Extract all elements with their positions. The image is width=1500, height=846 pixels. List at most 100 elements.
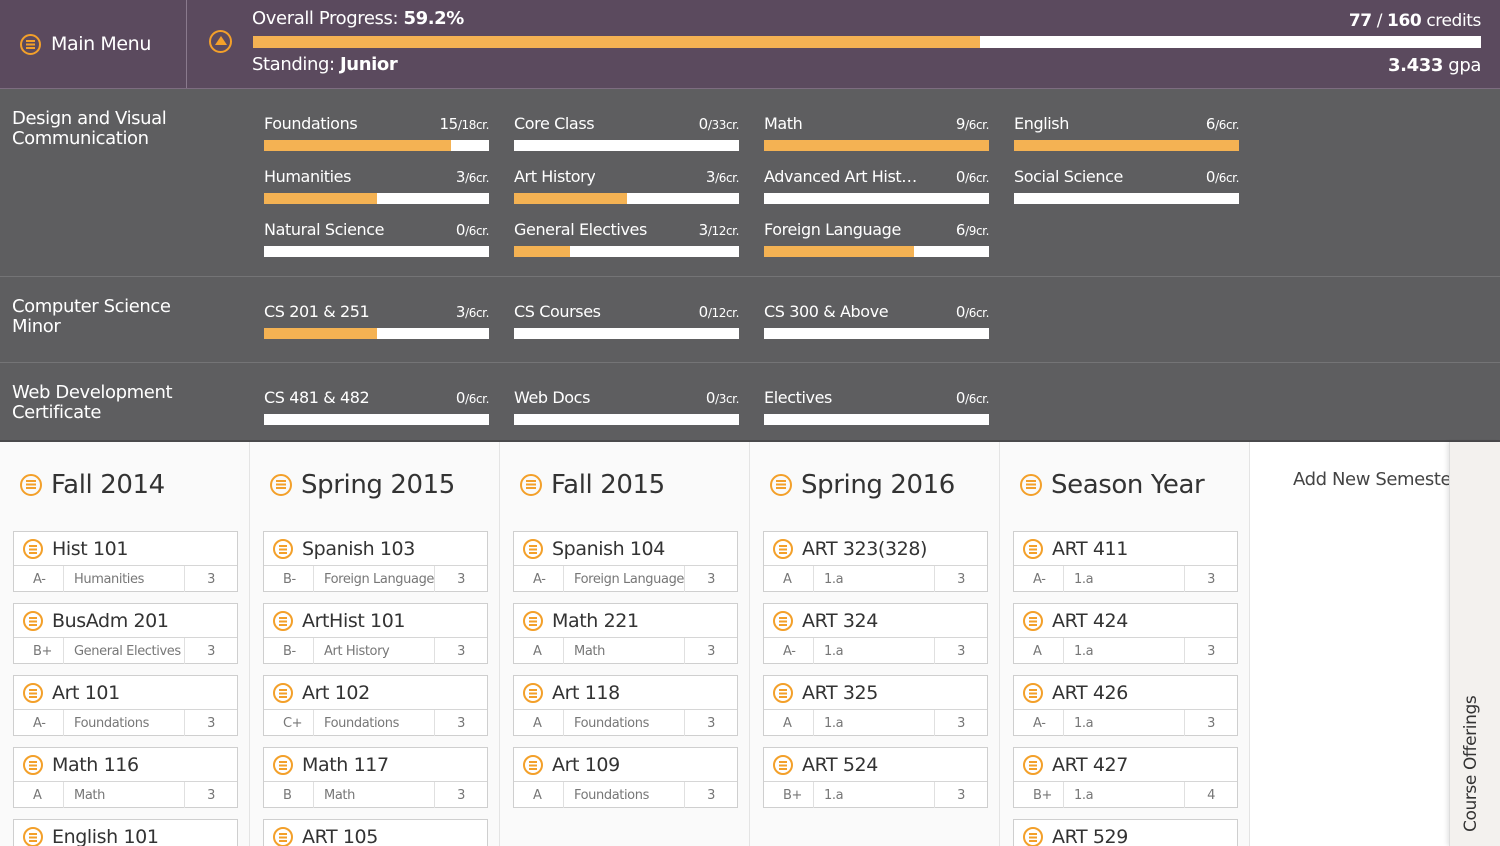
requirement-item[interactable]: English 6/6cr. [1014,114,1239,154]
course-menu-icon[interactable] [773,610,793,631]
semester-title[interactable]: Spring 2015 [270,470,455,500]
course-card[interactable]: Spanish 103 B- Foreign Language 3 [263,531,488,592]
course-menu-icon[interactable] [1023,682,1043,703]
course-card[interactable]: ART 324 A- 1.a 3 [763,603,988,664]
course-header[interactable]: ART 529 [1014,820,1237,846]
course-header[interactable]: ART 325 [764,676,987,710]
requirement-item[interactable]: CS 481 & 482 0/6cr. [264,388,489,428]
semester-menu-icon[interactable] [20,474,42,496]
semester-title[interactable]: Fall 2015 [520,470,665,500]
semester-title[interactable]: Fall 2014 [20,470,165,500]
course-card[interactable]: Math 116 A Math 3 [13,747,238,808]
course-header[interactable]: ART 324 [764,604,987,638]
semester-menu-icon[interactable] [770,474,792,496]
requirement-item[interactable]: Art History 3/6cr. [514,167,739,207]
course-menu-icon[interactable] [273,682,293,703]
course-header[interactable]: Art 102 [264,676,487,710]
course-menu-icon[interactable] [23,754,43,775]
requirement-item[interactable]: CS 300 & Above 0/6cr. [764,302,989,342]
requirement-item[interactable]: General Electives 3/12cr. [514,220,739,260]
course-card[interactable]: English 101 [13,819,238,846]
requirement-item[interactable]: CS Courses 0/12cr. [514,302,739,342]
course-card[interactable]: ART 426 A- 1.a 3 [1013,675,1238,736]
course-header[interactable]: Math 221 [514,604,737,638]
collapse-up-icon[interactable] [209,30,232,53]
course-header[interactable]: ART 323(328) [764,532,987,566]
course-menu-icon[interactable] [273,610,293,631]
semester-menu-icon[interactable] [270,474,292,496]
course-card[interactable]: BusAdm 201 B+ General Electives 3 [13,603,238,664]
course-card[interactable]: ArtHist 101 B- Art History 3 [263,603,488,664]
course-header[interactable]: ART 524 [764,748,987,782]
course-header[interactable]: Art 109 [514,748,737,782]
course-card[interactable]: ART 323(328) A 1.a 3 [763,531,988,592]
requirement-item[interactable]: Foreign Language 6/9cr. [764,220,989,260]
semester-menu-icon[interactable] [520,474,542,496]
course-menu-icon[interactable] [523,538,543,559]
course-card[interactable]: ART 424 A 1.a 3 [1013,603,1238,664]
course-header[interactable]: Math 117 [264,748,487,782]
course-card[interactable]: Math 117 B Math 3 [263,747,488,808]
course-header[interactable]: ART 426 [1014,676,1237,710]
course-menu-icon[interactable] [273,754,293,775]
requirement-item[interactable]: Advanced Art History 0/6cr. [764,167,989,207]
course-header[interactable]: Hist 101 [14,532,237,566]
semester-title[interactable]: Spring 2016 [770,470,955,500]
course-card[interactable]: Art 118 A Foundations 3 [513,675,738,736]
course-card[interactable]: ART 524 B+ 1.a 3 [763,747,988,808]
course-offerings-drawer[interactable]: Course Offerings [1449,442,1500,846]
course-menu-icon[interactable] [273,826,293,846]
course-menu-icon[interactable] [273,538,293,559]
requirement-item[interactable]: CS 201 & 251 3/6cr. [264,302,489,342]
course-menu-icon[interactable] [773,682,793,703]
course-menu-icon[interactable] [23,610,43,631]
course-card[interactable]: Art 109 A Foundations 3 [513,747,738,808]
requirement-item[interactable]: Humanities 3/6cr. [264,167,489,207]
requirement-item[interactable]: Math 9/6cr. [764,114,989,154]
course-header[interactable]: Spanish 104 [514,532,737,566]
course-menu-icon[interactable] [523,610,543,631]
course-header[interactable]: ART 411 [1014,532,1237,566]
requirement-item[interactable]: Foundations 15/18cr. [264,114,489,154]
course-menu-icon[interactable] [1023,754,1043,775]
course-card[interactable]: Art 102 C+ Foundations 3 [263,675,488,736]
semester-title[interactable]: Season Year [1020,470,1205,500]
course-card[interactable]: ART 427 B+ 1.a 4 [1013,747,1238,808]
course-menu-icon[interactable] [773,538,793,559]
course-menu-icon[interactable] [1023,538,1043,559]
course-card[interactable]: ART 325 A 1.a 3 [763,675,988,736]
course-offerings-tab-label[interactable]: Course Offerings [1461,696,1481,832]
add-new-semester-button[interactable]: Add New Semester [1293,469,1450,490]
course-header[interactable]: Art 101 [14,676,237,710]
course-menu-icon[interactable] [773,754,793,775]
course-menu-icon[interactable] [523,754,543,775]
course-card[interactable]: Art 101 A- Foundations 3 [13,675,238,736]
requirement-item[interactable]: Social Science 0/6cr. [1014,167,1239,207]
requirement-item[interactable]: Electives 0/6cr. [764,388,989,428]
course-menu-icon[interactable] [1023,826,1043,846]
requirement-item[interactable]: Web Docs 0/3cr. [514,388,739,428]
requirement-item[interactable]: Core Class 0/33cr. [514,114,739,154]
course-header[interactable]: BusAdm 201 [14,604,237,638]
course-card[interactable]: Math 221 A Math 3 [513,603,738,664]
course-header[interactable]: ArtHist 101 [264,604,487,638]
course-header[interactable]: Math 116 [14,748,237,782]
course-header[interactable]: Art 118 [514,676,737,710]
requirement-item[interactable]: Natural Science 0/6cr. [264,220,489,260]
course-card[interactable]: Hist 101 A- Humanities 3 [13,531,238,592]
course-header[interactable]: ART 427 [1014,748,1237,782]
course-menu-icon[interactable] [1023,610,1043,631]
course-card[interactable]: ART 105 [263,819,488,846]
course-menu-icon[interactable] [23,826,43,846]
course-header[interactable]: English 101 [14,820,237,846]
main-menu-button[interactable]: Main Menu [0,0,187,88]
semester-menu-icon[interactable] [1020,474,1042,496]
course-card[interactable]: ART 411 A- 1.a 3 [1013,531,1238,592]
course-card[interactable]: ART 529 [1013,819,1238,846]
course-menu-icon[interactable] [523,682,543,703]
course-menu-icon[interactable] [23,682,43,703]
course-header[interactable]: ART 424 [1014,604,1237,638]
course-menu-icon[interactable] [23,538,43,559]
course-header[interactable]: ART 105 [264,820,487,846]
course-card[interactable]: Spanish 104 A- Foreign Language 3 [513,531,738,592]
